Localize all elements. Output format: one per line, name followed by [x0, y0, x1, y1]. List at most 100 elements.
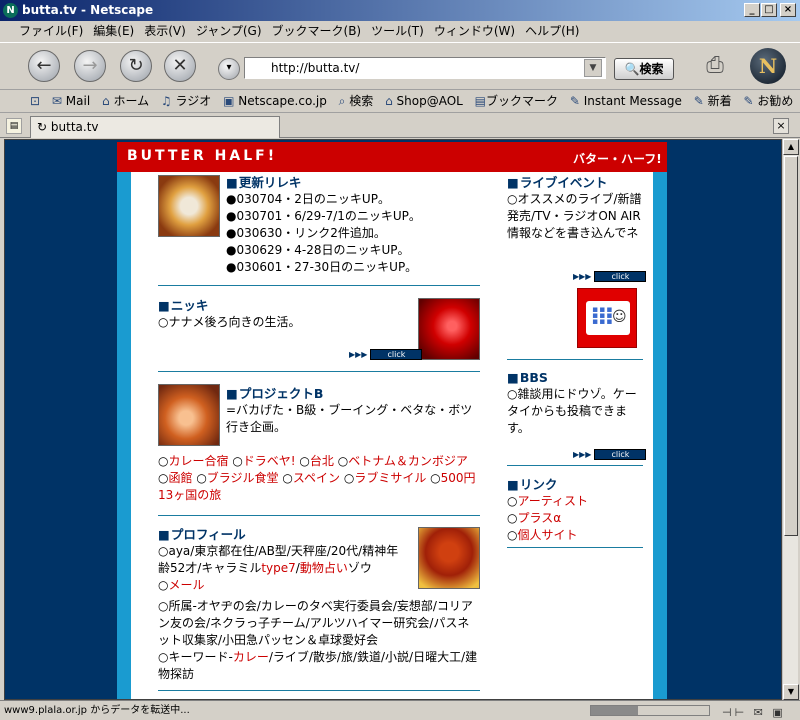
- bookmark-search[interactable]: ⌕ 検索: [335, 91, 378, 111]
- menu-file[interactable]: ファイル(F): [14, 21, 88, 42]
- project-link[interactable]: ドラベヤ!: [243, 454, 296, 468]
- bookmark-im[interactable]: ✎ Instant Message: [566, 91, 686, 111]
- new-tab-icon[interactable]: ▤: [6, 118, 22, 134]
- project-links: ○カレー合宿 ○ドラベヤ! ○台北 ○ベトナム＆カンボジア ○函館 ○ブラジル食…: [158, 454, 476, 502]
- bbs-click-button[interactable]: ▶▶▶ click: [573, 447, 647, 460]
- calendar-icon[interactable]: ▪▪▪ ▪▪▪ ▪▪▪ ☺: [577, 288, 637, 348]
- close-tab-icon[interactable]: ×: [773, 118, 789, 134]
- search-button[interactable]: 🔍検索: [614, 58, 674, 80]
- live-click-button[interactable]: ▶▶▶ click: [573, 269, 647, 282]
- site-logo-jp: バター・ハーフ!: [573, 152, 662, 166]
- bookmark-mail[interactable]: ✉ Mail: [48, 91, 94, 111]
- project-link[interactable]: ベトナム＆カンボジア: [348, 454, 468, 468]
- nikki-text: ○ナナメ後ろ向きの生活。: [158, 315, 301, 329]
- progress-bar: [590, 705, 710, 716]
- tab-butta[interactable]: ↻ butta.tv: [30, 116, 280, 138]
- update-item: ●030630・リンク2件追加。: [226, 226, 386, 240]
- web-page: BUTTER HALF! バター・ハーフ! 更新リレキ ●030704・2日のニ…: [117, 142, 667, 699]
- bookmark-netscape[interactable]: ▣ Netscape.co.jp: [219, 91, 331, 111]
- scroll-up-icon[interactable]: ▲: [783, 139, 799, 155]
- curry-link[interactable]: カレー: [233, 650, 269, 664]
- scroll-thumb[interactable]: [784, 156, 798, 536]
- bookmark-folder[interactable]: ▤ブックマーク: [471, 91, 562, 111]
- menu-bar: ファイル(F) 編集(E) 表示(V) ジャンプ(G) ブックマーク(B) ツール(T) ウ…: [0, 21, 800, 42]
- site-logo[interactable]: BUTTER HALF!: [127, 148, 277, 164]
- personal-site-link[interactable]: 個人サイト: [517, 528, 577, 542]
- project-heading[interactable]: プロジェクトB: [226, 385, 476, 402]
- vertical-scrollbar[interactable]: ▲ ▼: [782, 139, 799, 700]
- profile-keywords: ○キーワード-カレー/ライブ/散歩/旅/鉄道/小説/日曜大工/建物探訪: [158, 650, 478, 681]
- bookmark-label: 検索: [349, 94, 374, 108]
- menu-view[interactable]: 表示(V): [139, 21, 191, 42]
- bookmark-label: Instant Message: [583, 94, 682, 108]
- tab-bar: ▤ ↻ butta.tv ×: [0, 114, 800, 138]
- scroll-down-icon[interactable]: ▼: [783, 684, 799, 700]
- bookmark-recommend[interactable]: ✎ お勧め: [740, 91, 798, 111]
- project-link[interactable]: カレー合宿: [168, 454, 228, 468]
- project-link[interactable]: ブラジル食堂: [207, 471, 279, 485]
- links-heading: リンク: [507, 476, 643, 493]
- divider: [507, 465, 643, 466]
- nikki-click-button[interactable]: ▶▶▶ click: [349, 347, 423, 360]
- bbs-heading[interactable]: BBS: [507, 369, 643, 386]
- im-icon: ✎: [569, 94, 580, 108]
- project-link[interactable]: スペイン: [293, 471, 340, 485]
- link-item: ○個人サイト: [507, 528, 578, 542]
- bookmark-home[interactable]: ⌂ ホーム: [98, 91, 153, 111]
- menu-window[interactable]: ウィンドウ(W): [429, 21, 520, 42]
- divider: [158, 371, 480, 372]
- menu-help[interactable]: ヘルプ(H): [520, 21, 584, 42]
- forward-icon[interactable]: →: [74, 50, 106, 82]
- url-dropdown-arrow[interactable]: ▼: [584, 59, 602, 77]
- radio-icon: ♫: [160, 94, 172, 108]
- stop-icon[interactable]: ✕: [164, 50, 196, 82]
- bookmark-radio[interactable]: ♫ ラジオ: [157, 91, 215, 111]
- tab-home-button[interactable]: ⊡: [0, 91, 44, 111]
- back-icon[interactable]: ←: [28, 50, 60, 82]
- print-icon[interactable]: ⎙: [698, 51, 732, 81]
- page-body: 更新リレキ ●030704・2日のニッキUP。 ●030701・6/29-7/1…: [131, 172, 653, 699]
- menu-edit[interactable]: 編集(E): [88, 21, 139, 42]
- netscape-logo[interactable]: N: [750, 48, 786, 84]
- window-title: butta.tv - Netscape: [22, 3, 154, 17]
- type7-link[interactable]: type7: [261, 561, 295, 575]
- maximize-button[interactable]: □: [761, 3, 777, 17]
- search-icon: 🔍: [624, 62, 640, 76]
- uranai-link[interactable]: 動物占い: [300, 561, 348, 575]
- bookmark-label: ブックマーク: [486, 94, 559, 108]
- bbs-text: ○雑談用にドウゾ。ケータイからも投稿できます。: [507, 387, 637, 435]
- updates-heading: 更新リレキ: [226, 174, 486, 191]
- link-item: ○プラスα: [507, 511, 562, 525]
- menu-bookmarks[interactable]: ブックマーク(B): [267, 21, 367, 42]
- click-label: click: [370, 348, 423, 360]
- title-bar: N butta.tv - Netscape _ □ ×: [0, 0, 800, 21]
- bookmark-label: Shop@AOL: [396, 94, 463, 108]
- minimize-button[interactable]: _: [744, 3, 760, 17]
- bookmark-label: ホーム: [113, 94, 150, 108]
- url-input[interactable]: http://butta.tv/: [244, 57, 606, 79]
- menu-go[interactable]: ジャンプ(G): [191, 21, 267, 42]
- project-link[interactable]: 函館: [168, 471, 192, 485]
- nikki-thumbnail[interactable]: [418, 298, 480, 360]
- profile-heading: プロフィール: [158, 526, 408, 543]
- bookmark-label: Netscape.co.jp: [238, 94, 327, 108]
- updates-section: 更新リレキ ●030704・2日のニッキUP。 ●030701・6/29-7/1…: [226, 174, 486, 276]
- calendar-grid: ▪▪▪ ▪▪▪ ▪▪▪: [592, 305, 614, 327]
- menu-tools[interactable]: ツール(T): [366, 21, 429, 42]
- bookmark-new[interactable]: ✎ 新着: [690, 91, 736, 111]
- project-link[interactable]: 台北: [310, 454, 334, 468]
- status-icons: ⊣⊢ ✉ ▣: [722, 706, 786, 719]
- bookmark-shop[interactable]: ⌂ Shop@AOL: [381, 91, 467, 111]
- mail-link[interactable]: メール: [168, 578, 204, 592]
- live-heading[interactable]: ライブイベント: [507, 174, 643, 191]
- project-link[interactable]: ラブミサイル: [354, 471, 426, 485]
- reload-icon[interactable]: ↻: [120, 50, 152, 82]
- plus-alpha-link[interactable]: プラスα: [517, 511, 561, 525]
- close-button[interactable]: ×: [780, 3, 796, 17]
- divider: [158, 515, 480, 516]
- loading-icon: ↻: [37, 120, 48, 134]
- shop-icon: ⌂: [385, 94, 393, 108]
- url-history-dropdown[interactable]: ▾: [218, 58, 240, 80]
- nikki-heading[interactable]: ニッキ: [158, 297, 408, 314]
- artist-link[interactable]: アーティスト: [517, 494, 588, 508]
